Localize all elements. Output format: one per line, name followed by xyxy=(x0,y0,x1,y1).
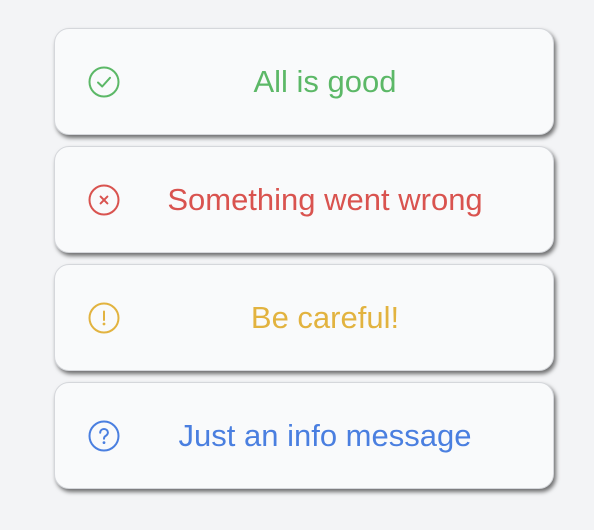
warning-toast[interactable]: Be careful! xyxy=(54,264,554,371)
error-toast[interactable]: Something went wrong xyxy=(54,146,554,253)
question-circle-icon xyxy=(87,419,121,453)
x-circle-icon xyxy=(87,183,121,217)
check-circle-icon xyxy=(87,65,121,99)
success-message: All is good xyxy=(253,64,397,99)
info-toast[interactable]: Just an info message xyxy=(54,382,554,489)
error-message: Something went wrong xyxy=(167,182,483,217)
toast-stack: All is good Something went wrong Be care… xyxy=(54,28,554,500)
info-message: Just an info message xyxy=(178,418,472,453)
success-toast[interactable]: All is good xyxy=(54,28,554,135)
warning-message: Be careful! xyxy=(250,300,400,335)
exclamation-circle-icon xyxy=(87,301,121,335)
